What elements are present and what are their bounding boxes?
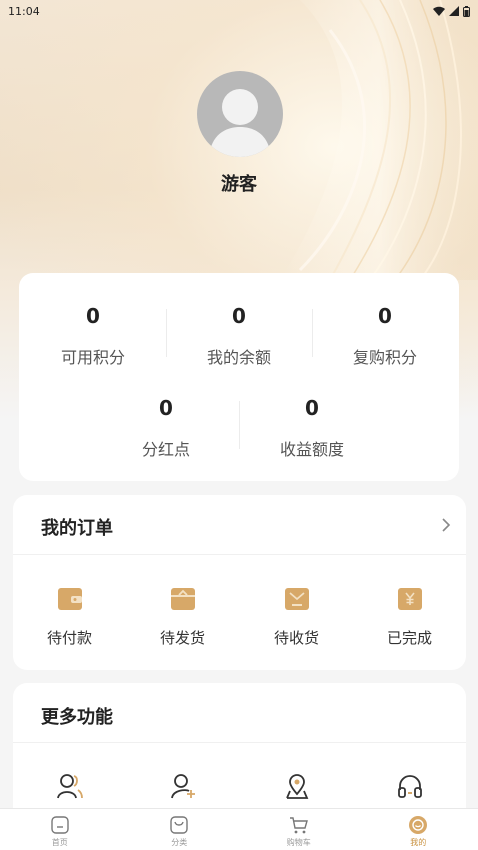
orders-card: 我的订单 待付款 待发货 待收货 已完成 — [13, 495, 466, 670]
wallet-icon — [57, 588, 82, 610]
cart-icon — [289, 817, 308, 834]
stat-earnings-limit[interactable]: 0 收益额度 — [239, 396, 385, 460]
profile-icon — [409, 816, 428, 834]
stat-my-balance[interactable]: 0 我的余额 — [166, 304, 312, 368]
stat-value: 0 — [378, 304, 392, 328]
avatar[interactable] — [197, 71, 283, 157]
stats-card: 0 可用积分 0 我的余额 0 复购积分 0 分红点 0 收益额度 — [19, 273, 459, 481]
orders-title: 我的订单 — [41, 518, 113, 539]
order-label: 已完成 — [386, 629, 432, 647]
order-pending-payment[interactable]: 待付款 — [13, 586, 126, 648]
battery-icon — [463, 5, 470, 17]
order-label: 待付款 — [46, 629, 92, 647]
tab-cart[interactable]: 购物车 — [239, 809, 359, 850]
status-icons — [433, 5, 470, 17]
status-time: 11:04 — [8, 4, 40, 18]
tab-category[interactable]: 分类 — [120, 809, 240, 850]
function-customer-service[interactable] — [353, 772, 466, 804]
stat-value: 0 — [305, 396, 319, 420]
stat-label: 可用积分 — [60, 348, 125, 367]
order-pending-receipt[interactable]: 待收货 — [240, 586, 353, 648]
stat-label: 复购积分 — [352, 348, 417, 367]
tab-label: 购物车 — [286, 838, 311, 847]
tab-home[interactable]: 首页 — [0, 809, 120, 850]
stat-value: 0 — [159, 396, 173, 420]
team-icon — [56, 774, 83, 799]
stat-value: 0 — [86, 304, 100, 328]
bottom-tab-bar: 首页 分类 购物车 我的 — [0, 808, 478, 850]
stat-label: 我的余额 — [206, 348, 271, 367]
function-team[interactable] — [13, 772, 126, 804]
more-title: 更多功能 — [41, 707, 113, 728]
add-user-icon — [170, 774, 195, 799]
box-icon — [284, 588, 309, 610]
order-pending-shipment[interactable]: 待发货 — [126, 586, 239, 648]
function-address[interactable] — [240, 772, 353, 804]
stat-value: 0 — [232, 304, 246, 328]
order-label: 待发货 — [159, 629, 205, 647]
tab-label: 分类 — [171, 838, 188, 847]
divider — [13, 742, 466, 743]
tab-label: 我的 — [410, 838, 427, 847]
order-label: 待收货 — [273, 629, 319, 647]
function-invite[interactable] — [126, 772, 239, 804]
location-icon — [285, 774, 308, 799]
chevron-right-icon[interactable] — [440, 517, 452, 533]
username[interactable]: 游客 — [0, 170, 478, 196]
stat-available-points[interactable]: 0 可用积分 — [20, 304, 166, 368]
default-avatar-icon — [209, 89, 271, 157]
signal-icon — [449, 6, 459, 16]
divider — [13, 554, 466, 555]
status-bar: 11:04 — [0, 0, 478, 22]
home-icon — [51, 816, 69, 834]
wifi-icon — [433, 6, 445, 16]
stat-label: 收益额度 — [279, 440, 344, 459]
tab-label: 首页 — [51, 838, 68, 847]
order-completed[interactable]: 已完成 — [353, 586, 466, 648]
category-icon — [170, 816, 188, 834]
stat-label: 分红点 — [141, 440, 190, 459]
stat-repurchase-points[interactable]: 0 复购积分 — [312, 304, 458, 368]
tab-profile[interactable]: 我的 — [359, 809, 478, 850]
headset-icon — [397, 775, 422, 798]
yen-bag-icon — [397, 588, 422, 610]
stat-dividend-points[interactable]: 0 分红点 — [93, 396, 239, 460]
package-icon — [170, 588, 195, 610]
